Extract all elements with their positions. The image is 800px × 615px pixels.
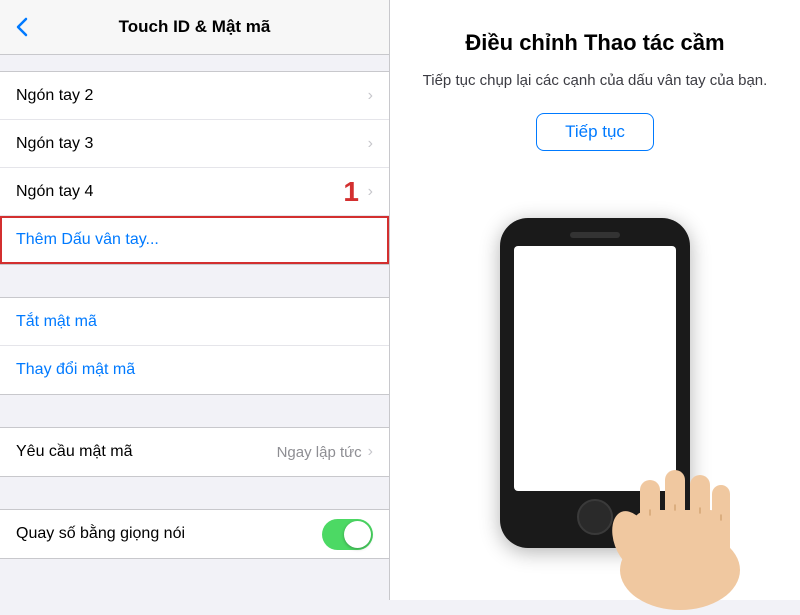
fingerprint-row-2[interactable]: Ngón tay 2 ›: [0, 72, 389, 120]
nav-bar: Touch ID & Mật mã: [0, 0, 389, 55]
right-panel: Điều chỉnh Thao tác cầm Tiếp tục chụp lạ…: [390, 0, 800, 600]
require-password-section: Yêu cầu mật mã Ngay lập tức ›: [0, 427, 389, 477]
change-password-row[interactable]: Thay đổi mật mã: [0, 346, 389, 394]
left-panel: Touch ID & Mật mã Ngón tay 2 › Ngón tay …: [0, 0, 390, 600]
right-title: Điều chỉnh Thao tác cầm: [465, 30, 724, 56]
require-password-row[interactable]: Yêu cầu mật mã Ngay lập tức ›: [0, 428, 389, 476]
add-fingerprint-label: Thêm Dấu vân tay...: [16, 231, 373, 249]
page-title: Touch ID & Mật mã: [119, 17, 271, 37]
badge-1: 1: [343, 176, 359, 208]
password-section: Tắt mật mã Thay đổi mật mã: [0, 297, 389, 395]
finger-2-label: Ngón tay 2: [16, 87, 368, 105]
continue-button[interactable]: Tiếp tục: [536, 113, 654, 151]
turn-off-password-row[interactable]: Tắt mật mã: [0, 298, 389, 346]
hand-svg: [600, 410, 760, 610]
finger-3-label: Ngón tay 3: [16, 135, 368, 153]
back-button[interactable]: [16, 17, 28, 37]
chevron-icon: ›: [368, 183, 373, 201]
phone-speaker: [570, 232, 620, 238]
hand-illustration: [600, 410, 760, 610]
finger-4-label: Ngón tay 4: [16, 183, 340, 201]
voice-dial-label: Quay số bằng giọng nói: [16, 525, 322, 543]
fingerprint-section: Ngón tay 2 › Ngón tay 3 › Ngón tay 4 1 ›…: [0, 71, 389, 265]
add-fingerprint-row[interactable]: Thêm Dấu vân tay...: [0, 216, 389, 264]
voice-dial-row[interactable]: Quay số bằng giọng nói: [0, 510, 389, 558]
chevron-icon: ›: [368, 443, 373, 461]
change-password-label: Thay đổi mật mã: [16, 361, 373, 379]
phone-illustration: [410, 177, 780, 591]
toggle-knob: [344, 521, 371, 548]
chevron-icon: ›: [368, 135, 373, 153]
voice-dial-toggle[interactable]: [322, 519, 373, 550]
fingerprint-row-4[interactable]: Ngón tay 4 1 ›: [0, 168, 389, 216]
chevron-left-icon: [16, 17, 28, 37]
require-password-value: Ngay lập tức: [277, 444, 362, 461]
chevron-icon: ›: [368, 87, 373, 105]
voice-dial-section: Quay số bằng giọng nói: [0, 509, 389, 559]
continue-wrapper: Tiếp tục 2: [536, 113, 654, 161]
section-gap-3: [0, 477, 389, 493]
fingerprint-row-3[interactable]: Ngón tay 3 ›: [0, 120, 389, 168]
section-gap-1: [0, 265, 389, 281]
require-password-label: Yêu cầu mật mã: [16, 443, 277, 461]
turn-off-password-label: Tắt mật mã: [16, 313, 373, 331]
right-subtitle: Tiếp tục chụp lại các cạnh của dấu vân t…: [423, 70, 768, 93]
section-gap-2: [0, 395, 389, 411]
